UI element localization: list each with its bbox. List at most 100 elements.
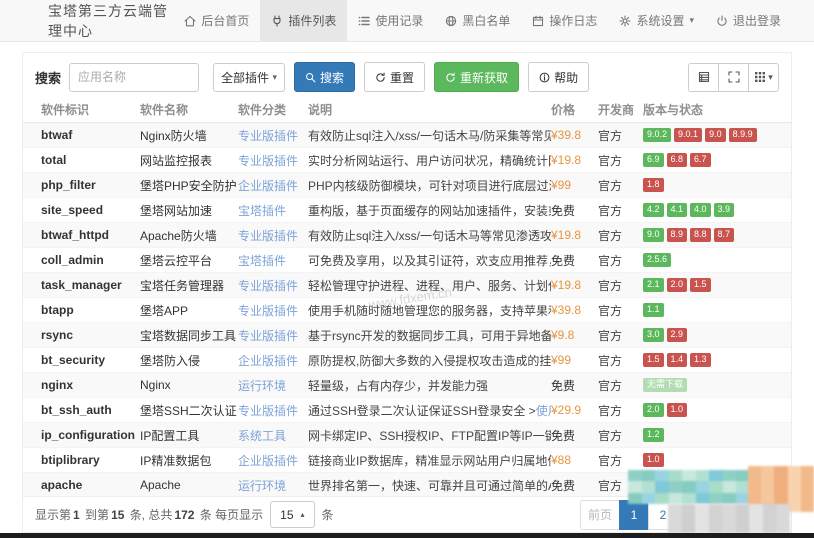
- chevron-down-icon: ▾: [768, 73, 773, 82]
- version-badge[interactable]: 6.8: [667, 153, 688, 167]
- censored-mosaic: [668, 504, 790, 533]
- help-button[interactable]: 帮助: [528, 62, 589, 92]
- version-badge[interactable]: 6.9: [643, 153, 664, 167]
- nav-item-calendar[interactable]: 操作日志: [521, 0, 608, 41]
- plugin-category-link[interactable]: 专业版插件: [238, 227, 308, 244]
- plugin-price: ¥99: [551, 353, 598, 367]
- plugin-category-link[interactable]: 企业版插件: [238, 452, 308, 469]
- table-row[interactable]: rsync宝塔数据同步工具专业版插件基于rsync开发的数据同步工具，可用于异地…: [23, 323, 791, 348]
- plugin-category-link[interactable]: 专业版插件: [238, 152, 308, 169]
- version-badge[interactable]: 1.0: [643, 453, 664, 467]
- plugin-id: ip_configuration: [41, 428, 140, 442]
- version-badge[interactable]: 2.9: [667, 328, 688, 342]
- nav-item-gear[interactable]: 系统设置▾: [608, 0, 705, 41]
- plugin-category-link[interactable]: 系统工具: [238, 427, 308, 444]
- version-badge[interactable]: 1.2: [643, 428, 664, 442]
- info-icon: [539, 72, 550, 83]
- plugin-id: task_manager: [41, 278, 140, 292]
- plugin-category-link[interactable]: 专业版插件: [238, 302, 308, 319]
- version-badge[interactable]: 2.0: [643, 403, 664, 417]
- search-button[interactable]: 搜索: [294, 62, 355, 92]
- table-row[interactable]: site_speed堡塔网站加速宝塔插件重构版，基于页面缓存的网站加速插件，安装…: [23, 198, 791, 223]
- plugin-price: ¥88: [551, 453, 598, 467]
- plugin-name: Apache: [140, 478, 238, 492]
- plugin-description: 轻量级，占有内存少，并发能力强: [308, 377, 551, 394]
- plugin-id: nginx: [41, 378, 140, 392]
- plugin-category-link[interactable]: 宝塔插件: [238, 252, 308, 269]
- version-badge[interactable]: 1.4: [667, 353, 688, 367]
- table-row[interactable]: btwafNginx防火墙专业版插件有效防止sql注入/xss/一句话木马/防采…: [23, 123, 791, 148]
- version-badge[interactable]: 9.0.2: [643, 128, 671, 142]
- version-badge[interactable]: 4.0: [690, 203, 711, 217]
- version-badge[interactable]: 9.0: [643, 228, 664, 242]
- search-input[interactable]: [69, 63, 199, 92]
- version-badge[interactable]: 1.3: [690, 353, 711, 367]
- prev-page-button[interactable]: 前页: [580, 500, 620, 530]
- version-badge[interactable]: 8.8: [690, 228, 711, 242]
- nav-item-power[interactable]: 退出登录: [705, 0, 792, 41]
- nav-item-list[interactable]: 使用记录: [347, 0, 434, 41]
- plugin-description: 有效防止sql注入/xss/一句话木马等常见渗透攻击,当前仅...: [308, 227, 551, 244]
- plugin-name: 宝塔任务管理器: [140, 277, 238, 294]
- caret-up-icon: ▴: [301, 511, 305, 519]
- version-badge[interactable]: 4.2: [643, 203, 664, 217]
- table-view-button[interactable]: [688, 63, 719, 92]
- page-size-select[interactable]: 15 ▴: [270, 501, 314, 528]
- version-badge[interactable]: 无需下载: [643, 378, 687, 392]
- version-badge[interactable]: 3.9: [714, 203, 735, 217]
- plugin-vendor: 官方: [598, 202, 643, 219]
- version-badge[interactable]: 9.0: [705, 128, 726, 142]
- plugin-id: apache: [41, 478, 140, 492]
- grid-view-button[interactable]: ▾: [748, 63, 779, 92]
- plugin-category-link[interactable]: 企业版插件: [238, 352, 308, 369]
- plugin-filter-select[interactable]: 全部插件 ▾: [213, 63, 285, 92]
- page-button-1[interactable]: 1: [619, 500, 649, 530]
- version-badge[interactable]: 8.7: [714, 228, 735, 242]
- table-row[interactable]: btwaf_httpdApache防火墙专业版插件有效防止sql注入/xss/一…: [23, 223, 791, 248]
- plugin-category-link[interactable]: 专业版插件: [238, 402, 308, 419]
- plugin-category-link[interactable]: 运行环境: [238, 477, 308, 494]
- version-badge[interactable]: 1.5: [643, 353, 664, 367]
- refetch-button[interactable]: 重新获取: [434, 62, 519, 92]
- plugin-name: 堡塔SSH二次认证: [140, 402, 238, 419]
- plugin-name: Nginx: [140, 378, 238, 392]
- table-row[interactable]: btapp堡塔APP专业版插件使用手机随时随地管理您的服务器，支持苹果和安卓 >…: [23, 298, 791, 323]
- column-header: 开发商: [598, 101, 643, 118]
- plugin-category-link[interactable]: 专业版插件: [238, 127, 308, 144]
- table-row[interactable]: nginxNginx运行环境轻量级，占有内存少，并发能力强免费官方无需下载: [23, 373, 791, 398]
- version-badge[interactable]: 2.0: [667, 278, 688, 292]
- version-badge[interactable]: 2.1: [643, 278, 664, 292]
- plugin-category-link[interactable]: 宝塔插件: [238, 202, 308, 219]
- version-badge[interactable]: 1.8: [643, 178, 664, 192]
- reset-button[interactable]: 重置: [364, 62, 425, 92]
- nav-item-home[interactable]: 后台首页: [173, 0, 260, 41]
- plugin-category-link[interactable]: 专业版插件: [238, 277, 308, 294]
- version-badge[interactable]: 8.9.9: [729, 128, 757, 142]
- plugin-description: PHP内核级防御模块，可针对项目进行底层过滤，彻底杜...: [308, 177, 551, 194]
- table-row[interactable]: ip_configurationIP配置工具系统工具网卡绑定IP、SSH授权IP…: [23, 423, 791, 448]
- plugin-category-link[interactable]: 企业版插件: [238, 177, 308, 194]
- description-link[interactable]: 使用教程: [536, 404, 551, 418]
- version-badge[interactable]: 8.9: [667, 228, 688, 242]
- table-row[interactable]: bt_security堡塔防入侵企业版插件原防提权,防御大多数的入侵提权攻击造成…: [23, 348, 791, 373]
- version-badge[interactable]: 1.0: [667, 403, 688, 417]
- version-badge[interactable]: 9.0.1: [674, 128, 702, 142]
- version-badge[interactable]: 3.0: [643, 328, 664, 342]
- table-row[interactable]: task_manager宝塔任务管理器专业版插件轻松管理守护进程、进程、用户、服…: [23, 273, 791, 298]
- version-badge[interactable]: 4.1: [667, 203, 688, 217]
- plugin-category-link[interactable]: 专业版插件: [238, 327, 308, 344]
- nav-item-plug[interactable]: 插件列表: [260, 0, 347, 41]
- plugin-name: 堡塔APP: [140, 302, 238, 319]
- version-badge[interactable]: 1.1: [643, 303, 664, 317]
- table-row[interactable]: coll_admin堡塔云控平台宝塔插件可免费及享用，以及其引证符，欢支应用推荐…: [23, 248, 791, 273]
- version-badge[interactable]: 1.5: [690, 278, 711, 292]
- table-row[interactable]: total网站监控报表专业版插件实时分析网站运行、用户访问状况，精确统计网站流量…: [23, 148, 791, 173]
- version-badge[interactable]: 2.5.6: [643, 253, 671, 267]
- plugin-category-link[interactable]: 运行环境: [238, 377, 308, 394]
- version-badge[interactable]: 6.7: [690, 153, 711, 167]
- nav-item-globe[interactable]: 黑白名单: [434, 0, 521, 41]
- table-row[interactable]: bt_ssh_auth堡塔SSH二次认证专业版插件通过SSH登录二次认证保证SS…: [23, 398, 791, 423]
- table-row[interactable]: php_filter堡塔PHP安全防护企业版插件PHP内核级防御模块，可针对项目…: [23, 173, 791, 198]
- expand-view-button[interactable]: [718, 63, 749, 92]
- calendar-icon: [532, 15, 544, 27]
